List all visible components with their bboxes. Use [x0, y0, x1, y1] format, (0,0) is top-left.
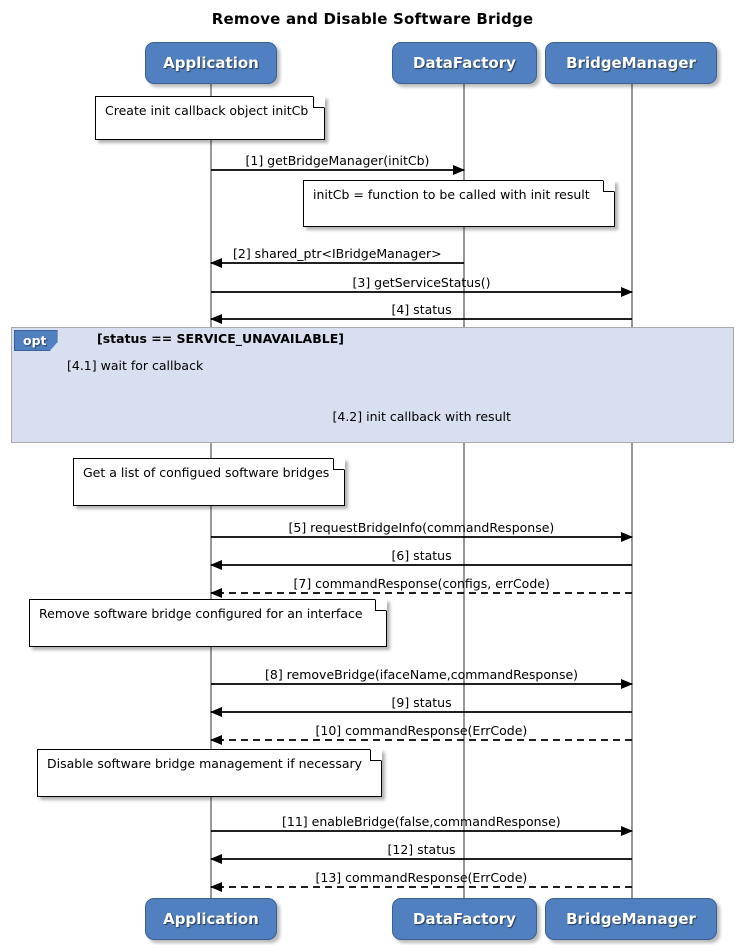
note-fold-cover: [313, 96, 325, 108]
note-note4: Remove software bridge configured for an…: [29, 599, 387, 647]
participant-label: DataFactory: [413, 54, 516, 72]
note-fold-cover: [333, 458, 345, 470]
participant-bm-header: BridgeManager: [545, 42, 717, 84]
note-fold-cover: [370, 749, 382, 761]
note-fold-cover: [375, 599, 387, 611]
note-text: Remove software bridge configured for an…: [39, 606, 363, 621]
message-label-[12]: [12] status: [387, 842, 456, 857]
message-label-[5]: [5] requestBridgeInfo(commandResponse): [288, 520, 555, 535]
note-text: initCb = function to be called with init…: [313, 187, 590, 202]
message-label-[2]: [2] shared_ptr<IBridgeManager>: [233, 246, 442, 261]
note-text: Create init callback object initCb: [105, 103, 309, 118]
participant-app-header: Application: [145, 42, 277, 84]
participant-bm-footer: BridgeManager: [545, 898, 717, 940]
message-label-[3]: [3] getServiceStatus(): [352, 275, 491, 290]
sequence-diagram-canvas: Remove and Disable Software Bridge Appli…: [0, 0, 745, 945]
note-note2: initCb = function to be called with init…: [303, 180, 615, 227]
fragment-operator-tag: opt: [14, 330, 58, 351]
participant-label: BridgeManager: [566, 54, 696, 72]
message-label-[11]: [11] enableBridge(false,commandResponse): [282, 814, 561, 829]
message-label-[7]: [7] commandResponse(configs, errCode): [293, 576, 550, 591]
participant-df-footer: DataFactory: [392, 898, 537, 940]
participant-label: BridgeManager: [566, 910, 696, 928]
participant-app-footer: Application: [145, 898, 277, 940]
message-label-[8]: [8] removeBridge(ifaceName,commandRespon…: [265, 667, 579, 682]
note-text: Get a list of configued software bridges: [83, 465, 330, 480]
participant-label: DataFactory: [413, 910, 516, 928]
participant-label: Application: [163, 910, 259, 928]
message-label-[6]: [6] status: [391, 548, 452, 563]
note-text: Disable software bridge management if ne…: [47, 756, 363, 771]
note-note1: Create init callback object initCb: [95, 96, 325, 140]
message-label-[10]: [10] commandResponse(ErrCode): [315, 723, 528, 738]
message-label-[4]: [4] status: [391, 302, 452, 317]
note-fold-cover: [603, 180, 615, 192]
participant-df-header: DataFactory: [392, 42, 537, 84]
note-note3: Get a list of configued software bridges: [73, 458, 345, 506]
fragment-guard-condition: [status == SERVICE_UNAVAILABLE]: [97, 331, 344, 346]
participant-label: Application: [163, 54, 259, 72]
note-note5: Disable software bridge management if ne…: [37, 749, 382, 797]
message-label-[4.2]: [4.2] init callback with result: [332, 409, 511, 424]
message-label-[13]: [13] commandResponse(ErrCode): [315, 870, 528, 885]
message-label-[9]: [9] status: [391, 695, 452, 710]
message-label-[4.1]: [4.1] wait for callback: [67, 358, 204, 373]
message-label-[1]: [1] getBridgeManager(initCb): [245, 153, 430, 168]
